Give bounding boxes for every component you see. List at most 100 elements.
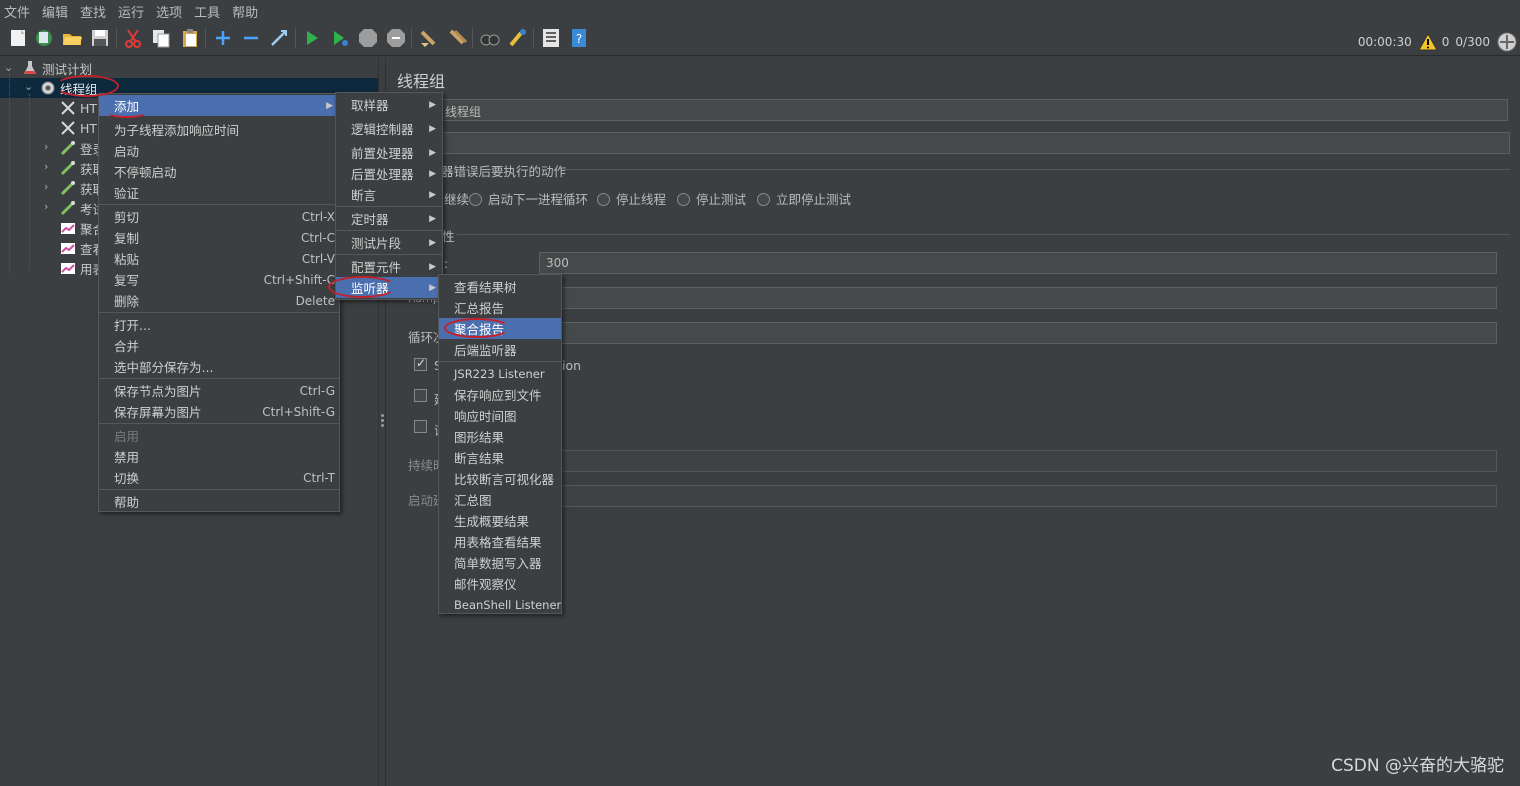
menu-run[interactable]: 运行 (118, 2, 144, 21)
collapse-icon[interactable] (240, 27, 262, 49)
menu-item-disable[interactable]: 禁用 (99, 446, 339, 467)
comment-field[interactable] (438, 132, 1510, 154)
warning-icon[interactable] (1417, 33, 1438, 51)
listener-save-responses[interactable]: 保存响应到文件 (439, 384, 561, 405)
menu-item-merge[interactable]: 合并 (99, 335, 339, 356)
menu-item-validate[interactable]: 验证 (99, 182, 339, 203)
collapse-arrow-icon[interactable]: › (44, 160, 48, 173)
listener-generate-summary[interactable]: 生成概要结果 (439, 510, 561, 531)
tree-node-http-request[interactable]: HT (60, 98, 97, 118)
submenu-item-pre-processor[interactable]: 前置处理器 ▶ (336, 142, 442, 163)
tree-node-http-request[interactable]: HT (60, 118, 97, 138)
paste-icon[interactable] (179, 27, 201, 49)
menu-item-copy[interactable]: 复制 Ctrl-C (99, 227, 339, 248)
listener-assertion-results[interactable]: 断言结果 (439, 447, 561, 468)
copy-icon[interactable] (150, 27, 172, 49)
start-icon[interactable] (301, 27, 323, 49)
save-icon[interactable] (89, 27, 111, 49)
submenu-item-assertion[interactable]: 断言 ▶ (336, 184, 442, 205)
warning-count: 0 (1441, 35, 1450, 49)
thread-count-input[interactable]: 300 (539, 252, 1497, 274)
expand-icon[interactable] (212, 27, 234, 49)
listener-view-results-table[interactable]: 用表格查看结果 (439, 531, 561, 552)
listener-comparison-visualizer[interactable]: 比较断言可视化器 (439, 468, 561, 489)
menu-item-save-node-image[interactable]: 保存节点为图片 Ctrl-G (99, 380, 339, 401)
collapse-arrow-icon[interactable]: › (44, 200, 48, 213)
same-user-checkbox[interactable] (414, 356, 427, 371)
submenu-item-logic-controller[interactable]: 逻辑控制器 ▶ (336, 118, 442, 139)
submenu-item-timer[interactable]: 定时器 ▶ (336, 208, 442, 229)
new-file-icon[interactable] (7, 27, 29, 49)
listener-graph-results[interactable]: 图形结果 (439, 426, 561, 447)
listener-mailer-visualizer[interactable]: 邮件观察仪 (439, 573, 561, 594)
menu-help[interactable]: 帮助 (232, 2, 258, 21)
option-stop-thread[interactable]: 停止线程 (597, 189, 666, 208)
startup-delay-input[interactable] (539, 485, 1497, 507)
menu-item-delete[interactable]: 删除 Delete (99, 290, 339, 311)
menu-item-toggle[interactable]: 切换 Ctrl-T (99, 467, 339, 488)
templates-icon[interactable] (33, 27, 55, 49)
menu-tools[interactable]: 工具 (194, 2, 220, 21)
menu-item-save-screen-image[interactable]: 保存屏幕为图片 Ctrl+Shift-G (99, 401, 339, 422)
submenu-item-test-fragment[interactable]: 测试片段 ▶ (336, 232, 442, 253)
submenu-item-config-element[interactable]: 配置元件 ▶ (336, 256, 442, 277)
scheduler-checkbox[interactable] (414, 420, 427, 433)
menu-search[interactable]: 查找 (80, 2, 106, 21)
ramp-up-input[interactable] (539, 287, 1497, 309)
expand-arrow-icon[interactable]: ⌄ (24, 80, 33, 93)
help-icon[interactable]: ? (568, 27, 590, 49)
submenu-arrow-icon: ▶ (429, 168, 436, 179)
toggle-icon[interactable] (268, 27, 290, 49)
menu-item-paste[interactable]: 粘贴 Ctrl-V (99, 248, 339, 269)
collapse-arrow-icon[interactable]: › (44, 140, 48, 153)
menu-item-start-no-pause[interactable]: 不停顿启动 (99, 161, 339, 182)
option-stop-test-now[interactable]: 立即停止测试 (757, 189, 851, 208)
clear-icon[interactable] (417, 27, 439, 49)
chart-icon (61, 243, 75, 254)
collapse-arrow-icon[interactable]: › (44, 180, 48, 193)
menu-item-add-response-time[interactable]: 为子线程添加响应时间 (99, 119, 339, 140)
add-submenu: 取样器 ▶ 逻辑控制器 ▶ 前置处理器 ▶ 后置处理器 ▶ 断言 ▶ 定时器 ▶ 测试片段 ▶… (335, 92, 443, 300)
expand-arrow-icon[interactable]: ⌄ (4, 61, 13, 74)
loop-count-input[interactable] (539, 322, 1497, 344)
listener-aggregate-graph[interactable]: 汇总图 (439, 489, 561, 510)
function-helper-icon[interactable] (540, 27, 562, 49)
listener-simple-data-writer[interactable]: 简单数据写入器 (439, 552, 561, 573)
listener-jsr223[interactable]: JSR223 Listener (439, 363, 561, 384)
annotation-circle-thread-group (55, 75, 119, 97)
submenu-item-sampler[interactable]: 取样器 ▶ (336, 94, 442, 115)
cut-icon[interactable] (122, 27, 144, 49)
submenu-item-post-processor[interactable]: 后置处理器 ▶ (336, 163, 442, 184)
menu-edit[interactable]: 编辑 (42, 2, 68, 21)
active-threads: 0/300 (1455, 35, 1490, 49)
menu-item-duplicate[interactable]: 复写 Ctrl+Shift-C (99, 269, 339, 290)
shutdown-icon[interactable] (385, 27, 407, 49)
listener-summary-report[interactable]: 汇总报告 (439, 297, 561, 318)
search-binoculars-icon[interactable] (479, 27, 501, 49)
duration-input[interactable] (539, 450, 1497, 472)
menu-item-help[interactable]: 帮助 (99, 491, 339, 512)
name-field[interactable]: 线程组 (438, 99, 1508, 121)
start-no-pause-icon[interactable] (329, 27, 351, 49)
delay-thread-checkbox[interactable] (414, 389, 427, 402)
menu-file[interactable]: 文件 (4, 2, 30, 21)
submenu-arrow-icon: ▶ (429, 237, 436, 248)
toolbar: ? 00:00:30 0 0/300 (0, 22, 1520, 56)
clear-all-icon[interactable] (446, 27, 468, 49)
open-folder-icon[interactable] (61, 27, 83, 49)
listener-response-time-graph[interactable]: 响应时间图 (439, 405, 561, 426)
option-start-next-loop[interactable]: 启动下一进程循环 (469, 189, 588, 208)
menu-item-save-selection[interactable]: 选中部分保存为... (99, 356, 339, 377)
listener-view-results-tree[interactable]: 查看结果树 (439, 276, 561, 297)
menu-item-open[interactable]: 打开... (99, 314, 339, 335)
menu-options[interactable]: 选项 (156, 2, 182, 21)
splitter-grip-icon[interactable] (381, 414, 384, 428)
option-continue[interactable]: 继续 (444, 189, 469, 208)
reset-search-icon[interactable] (507, 27, 529, 49)
listener-backend-listener[interactable]: 后端监听器 (439, 339, 561, 360)
listener-beanshell[interactable]: BeanShell Listener (439, 594, 561, 615)
stop-icon[interactable] (357, 27, 379, 49)
menu-item-start[interactable]: 启动 (99, 140, 339, 161)
menu-item-cut[interactable]: 剪切 Ctrl-X (99, 206, 339, 227)
option-stop-test[interactable]: 停止测试 (677, 189, 746, 208)
